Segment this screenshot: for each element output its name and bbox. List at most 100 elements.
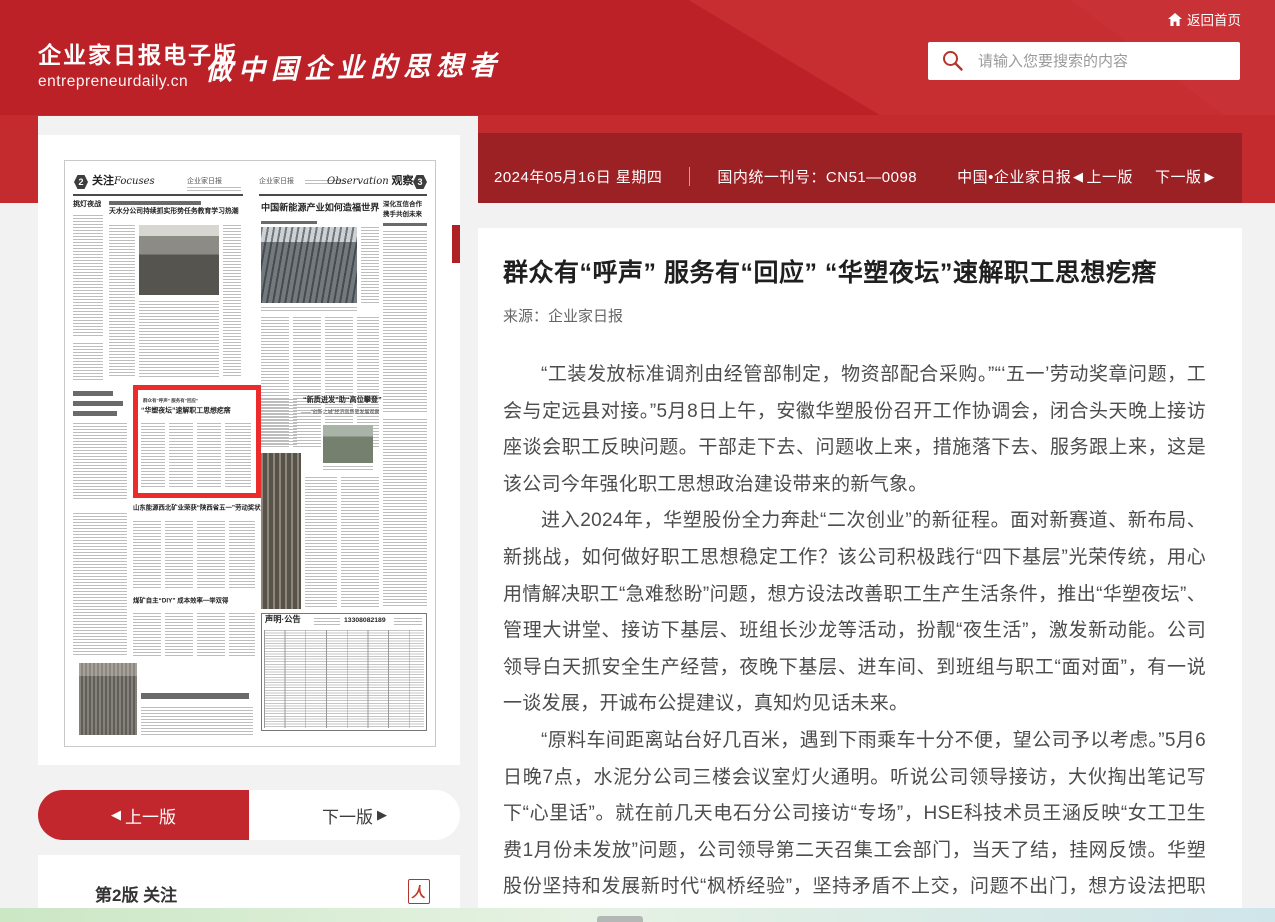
- text-lines: [293, 317, 321, 449]
- article-title: 群众有“呼声” 服务有“回应” “华塑夜坛”速解职工思想疙瘩: [503, 258, 1206, 288]
- article-paragraph: 进入2024年，华塑股份全力奔赴“二次创业”的新征程。面对新赛道、新布局、新挑战…: [503, 503, 1206, 723]
- text-lines: [223, 225, 241, 377]
- meeting-photo: [139, 225, 219, 295]
- text-lines: [341, 477, 379, 607]
- issue-bar-nav: ◀ 上一版 下一版 ▶: [1073, 166, 1215, 187]
- right-page-number-badge: 3: [413, 175, 427, 189]
- left-section-title: 关注Focuses: [92, 176, 155, 188]
- text-lines: [73, 343, 103, 381]
- small-headline-bar: [73, 411, 117, 416]
- right-headline-2: “新质迸发”助“高位攀登”: [303, 397, 382, 405]
- text-lines: [109, 225, 135, 377]
- prev-page-button-label: 上一版: [125, 803, 176, 828]
- bottom-headline-bar: [141, 693, 249, 699]
- text-lines: [169, 423, 193, 489]
- left-section-en: Focuses: [114, 176, 155, 187]
- text-lines: [229, 521, 255, 589]
- home-link[interactable]: 返回首页: [1168, 9, 1241, 29]
- article-paragraph: “原料车间距离站台好几百米，遇到下雨乘车十分不便，望公司予以考虑。”5月6日晚7…: [503, 723, 1206, 922]
- left-headline-2: 山东能源西北矿业荣获“陕西省五一”劳动奖状: [133, 505, 261, 512]
- notices-title: 声明·公告: [265, 616, 301, 625]
- cables-photo: [261, 453, 301, 609]
- pdf-glyph: 人: [411, 885, 427, 899]
- notices-block: 声明·公告 13308082189: [261, 613, 427, 731]
- text-lines: [225, 423, 251, 489]
- article-body: “工装发放标准调剂由经管部制定，物资部配合采购。”“‘五一’劳动奖章问题，工会与…: [503, 357, 1206, 922]
- photo-caption-lines: [261, 307, 357, 312]
- article-paragraph: “工装发放标准调剂由经管部制定，物资部配合采购。”“‘五一’劳动奖章问题，工会与…: [503, 357, 1206, 503]
- article-source: 来源：企业家日报: [503, 305, 1206, 326]
- next-page-button[interactable]: 下一版 ▶: [249, 790, 460, 840]
- article-panel: 群众有“呼声” 服务有“回应” “华塑夜坛”速解职工思想疙瘩 来源：企业家日报 …: [478, 228, 1242, 922]
- text-lines: [73, 423, 127, 501]
- site-slogan: 做中国企业的思想者: [205, 43, 503, 87]
- photo-caption-lines: [323, 466, 373, 470]
- page-pill-nav: ◀ 上一版 下一版 ▶: [38, 790, 460, 840]
- issue-date: 2024年05月16日 星期四: [494, 166, 662, 187]
- kicker-line: [109, 201, 201, 205]
- text-lines: [73, 215, 103, 337]
- prev-page-label: 上一版: [1086, 166, 1133, 187]
- right-section-title: Observation 观察: [327, 176, 414, 188]
- sidebar-panel: 2 关注Focuses 企业家日报 挑灯夜战 天水分公司持续抓实形势任务教育学习…: [38, 135, 460, 765]
- text-lines: [261, 399, 297, 447]
- solar-panels-photo: [261, 227, 357, 303]
- left-column-header: 挑灯夜战: [73, 201, 101, 208]
- right-page-number: 3: [417, 177, 422, 187]
- field-photo: [323, 425, 373, 463]
- search-input[interactable]: [976, 41, 1240, 81]
- text-lines: [383, 231, 427, 413]
- issue-bar: 2024年05月16日 星期四 国内统一刊号：CN51—0098 中国•企业家日…: [478, 133, 1242, 203]
- page-card-label[interactable]: 第2版 关注: [95, 881, 177, 906]
- prev-arrow-icon: ◀: [111, 807, 121, 823]
- right-page-rule: [259, 194, 427, 196]
- highlight-title-small: 群众有“呼声” 服务有“回应”: [143, 399, 198, 404]
- small-headline-bar: [383, 223, 427, 226]
- next-arrow-icon: ▶: [377, 807, 387, 823]
- small-headline-bar: [73, 401, 123, 406]
- pdf-icon[interactable]: 人: [408, 879, 430, 904]
- publication-number: 国内统一刊号：CN51—0098: [717, 166, 917, 187]
- text-lines: [361, 227, 379, 303]
- byline-bar: [261, 221, 317, 224]
- right-headline-1: 中国新能源产业如何造福世界: [261, 203, 379, 213]
- right-col-header-1: 深化互信合作: [383, 201, 422, 208]
- right-section-cn: 观察: [392, 175, 414, 187]
- bottom-scroll-tab[interactable]: [597, 916, 643, 922]
- newspaper-thumbnail[interactable]: 2 关注Focuses 企业家日报 挑灯夜战 天水分公司持续抓实形势任务教育学习…: [64, 160, 436, 747]
- left-masthead-info-lines: [187, 187, 241, 191]
- text-lines: [141, 707, 253, 737]
- left-page-rule: [73, 194, 243, 196]
- right-section-en: Observation: [327, 176, 389, 187]
- search-icon[interactable]: [942, 50, 964, 72]
- right-col-header-2: 携手共创未来: [383, 211, 422, 218]
- text-lines: [133, 521, 161, 589]
- left-masthead: 企业家日报: [187, 178, 222, 185]
- prev-page-link[interactable]: ◀ 上一版: [1073, 166, 1133, 187]
- highlight-title: “华塑夜坛”速解职工思想疙瘩: [141, 407, 231, 414]
- notices-info-lines: [314, 618, 340, 625]
- bottom-strip: [0, 908, 1275, 922]
- next-page-button-label: 下一版: [322, 803, 373, 828]
- text-lines: [197, 613, 225, 657]
- text-lines: [141, 423, 165, 489]
- text-lines: [133, 613, 161, 657]
- notices-info-lines: [394, 618, 422, 625]
- left-page-number-badge: 2: [74, 175, 88, 189]
- prev-page-button[interactable]: ◀ 上一版: [38, 790, 249, 840]
- sidebar-scrollbar-thumb[interactable]: [452, 225, 460, 263]
- prev-arrow-icon: ◀: [1073, 169, 1084, 185]
- right-masthead: 企业家日报: [259, 178, 294, 185]
- next-page-link[interactable]: 下一版 ▶: [1155, 166, 1215, 187]
- text-lines: [165, 613, 193, 657]
- home-icon: [1168, 13, 1182, 26]
- right-subtitle-2: ——“创新之城”经济高质量发展观察: [301, 410, 379, 415]
- text-lines: [139, 301, 219, 379]
- text-lines: [305, 477, 337, 607]
- text-lines: [229, 613, 255, 657]
- notices-phone: 13308082189: [344, 617, 386, 624]
- next-arrow-icon: ▶: [1205, 169, 1216, 185]
- left-headline-3: 煤矿自主“DIY” 成本效率一举双得: [133, 598, 228, 605]
- text-lines: [197, 521, 225, 589]
- left-section-cn: 关注: [92, 175, 114, 187]
